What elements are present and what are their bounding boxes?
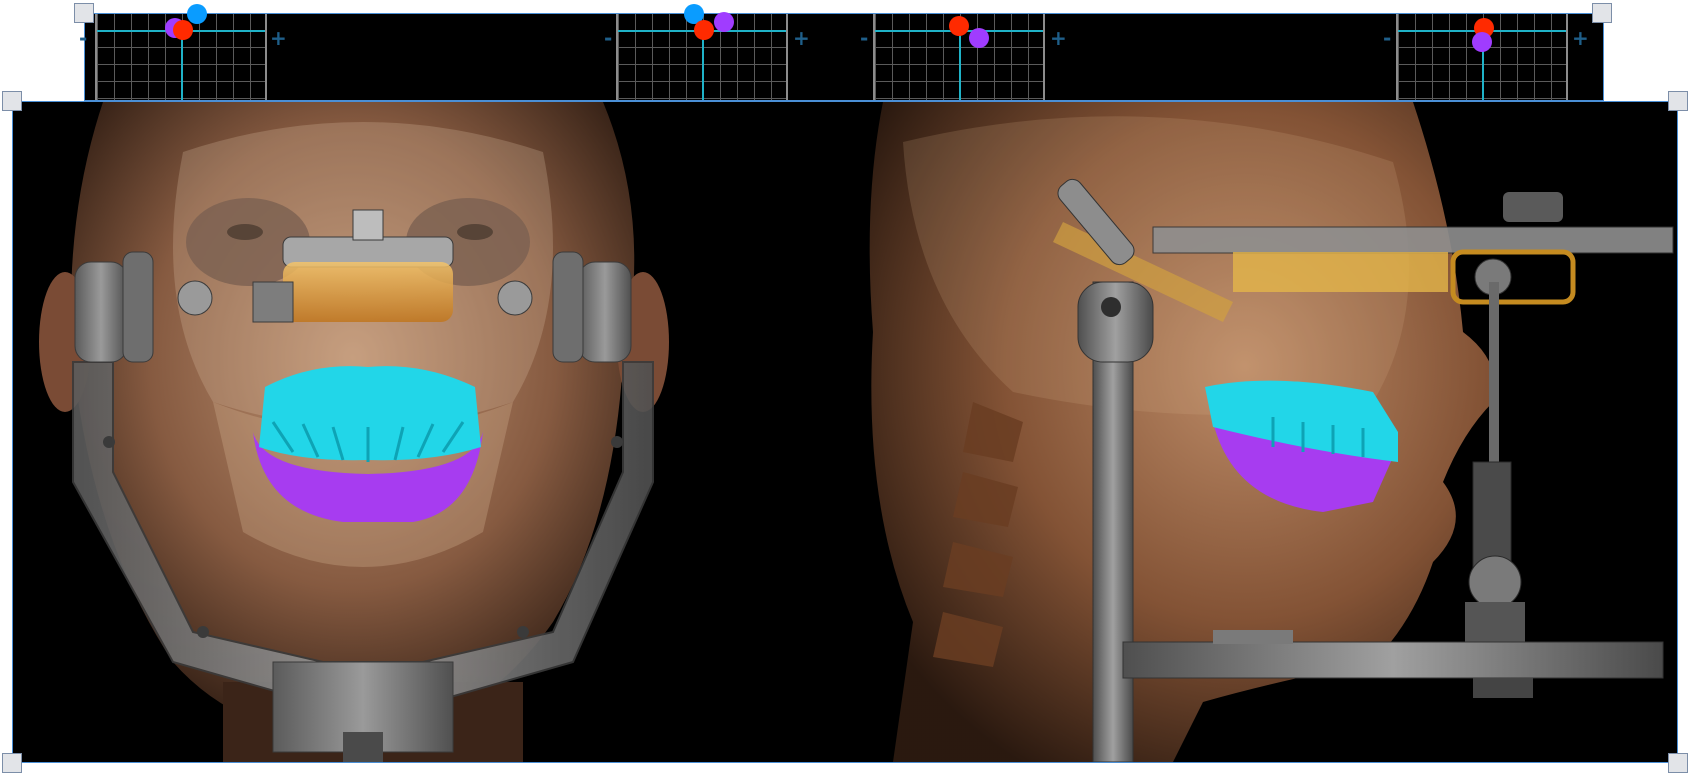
plus-sign: + xyxy=(793,26,810,50)
minus-sign: - xyxy=(604,26,613,50)
marker-purple[interactable] xyxy=(969,28,989,48)
indicator-panel-4 xyxy=(1396,14,1568,100)
marker-purple[interactable] xyxy=(1472,32,1492,52)
marker-purple[interactable] xyxy=(714,12,734,32)
upper-dental-model[interactable] xyxy=(259,366,481,462)
viewport-frame[interactable] xyxy=(12,101,1678,763)
minus-sign: - xyxy=(79,26,88,50)
marker-red[interactable] xyxy=(949,16,969,36)
minus-sign: - xyxy=(1383,26,1392,50)
resize-handle-top-left[interactable] xyxy=(74,3,94,23)
resize-handle-top-right[interactable] xyxy=(1592,3,1612,23)
marker-red[interactable] xyxy=(173,20,193,40)
indicator-strip[interactable]: - + - + - + - + xyxy=(79,4,1604,101)
indicator-panel-1 xyxy=(95,4,267,100)
resize-handle-main-bottom-right[interactable] xyxy=(1668,753,1688,773)
vertical-axis-line xyxy=(959,30,961,100)
plus-sign: + xyxy=(1050,26,1067,50)
front-view[interactable] xyxy=(13,102,833,762)
plus-sign: + xyxy=(1572,26,1589,50)
vertical-axis-line xyxy=(702,30,704,100)
marker-red[interactable] xyxy=(694,20,714,40)
resize-handle-main-top-left[interactable] xyxy=(2,91,22,111)
plus-sign: + xyxy=(270,26,287,50)
vertical-axis-line xyxy=(181,30,183,100)
resize-handle-main-top-right[interactable] xyxy=(1668,91,1688,111)
indicator-panel-3 xyxy=(873,14,1045,100)
side-view[interactable] xyxy=(853,102,1678,762)
minus-sign: - xyxy=(860,26,869,50)
indicator-panel-2 xyxy=(616,4,788,100)
resize-handle-main-bottom-left[interactable] xyxy=(2,753,22,773)
marker-blue[interactable] xyxy=(187,4,207,24)
